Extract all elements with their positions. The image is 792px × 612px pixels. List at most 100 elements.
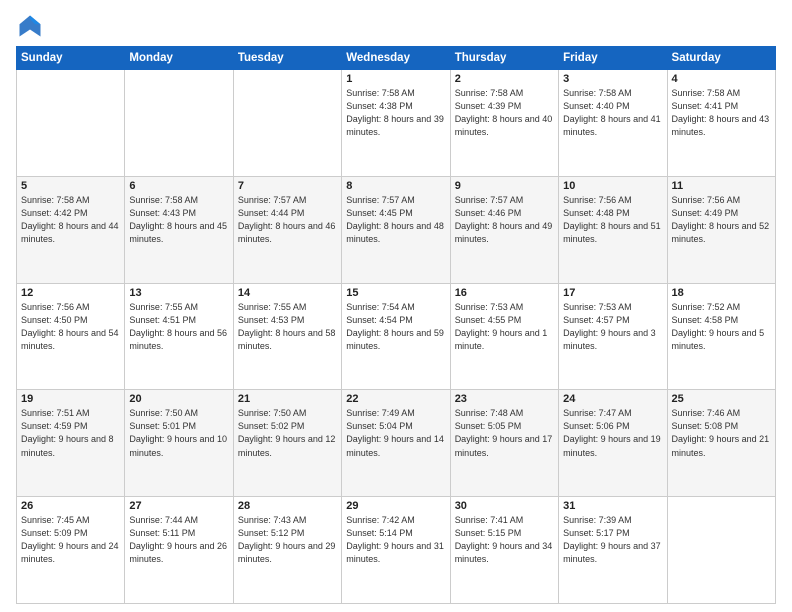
- calendar-cell: 13 Sunrise: 7:55 AM Sunset: 4:51 PM Dayli…: [125, 283, 233, 390]
- day-number: 6: [129, 180, 228, 192]
- calendar-cell: 21 Sunrise: 7:50 AM Sunset: 5:02 PM Dayli…: [233, 390, 341, 497]
- weekday-header-sunday: Sunday: [17, 47, 125, 70]
- day-info: Sunrise: 7:45 AM Sunset: 5:09 PM Dayligh…: [21, 514, 120, 566]
- calendar-cell: 20 Sunrise: 7:50 AM Sunset: 5:01 PM Dayli…: [125, 390, 233, 497]
- day-number: 19: [21, 393, 120, 405]
- calendar-cell: 16Sunrise: 7:53 AM Sunset: 4:55 PM Dayli…: [450, 283, 558, 390]
- day-info: Sunrise: 7:52 AM Sunset: 4:58 PM Dayligh…: [672, 301, 771, 353]
- day-number: 20: [129, 393, 228, 405]
- calendar-cell: 14 Sunrise: 7:55 AM Sunset: 4:53 PM Dayli…: [233, 283, 341, 390]
- week-row-4: 19 Sunrise: 7:51 AM Sunset: 4:59 PM Dayli…: [17, 390, 776, 497]
- day-number: 21: [238, 393, 337, 405]
- calendar-cell: 9 Sunrise: 7:57 AM Sunset: 4:46 PM Daylig…: [450, 176, 558, 283]
- calendar-cell: 1Sunrise: 7:58 AM Sunset: 4:38 PM Daylig…: [342, 70, 450, 177]
- day-number: 12: [21, 287, 120, 299]
- day-info: Sunrise: 7:58 AM Sunset: 4:42 PM Dayligh…: [21, 194, 120, 246]
- day-number: 9: [455, 180, 554, 192]
- day-info: Sunrise: 7:55 AM Sunset: 4:51 PM Dayligh…: [129, 301, 228, 353]
- day-number: 4: [672, 73, 771, 85]
- calendar-cell: [17, 70, 125, 177]
- day-number: 27: [129, 500, 228, 512]
- calendar-cell: [233, 70, 341, 177]
- calendar-cell: 29Sunrise: 7:42 AM Sunset: 5:14 PM Dayli…: [342, 497, 450, 604]
- day-info: Sunrise: 7:56 AM Sunset: 4:49 PM Dayligh…: [672, 194, 771, 246]
- calendar-cell: 17 Sunrise: 7:53 AM Sunset: 4:57 PM Dayli…: [559, 283, 667, 390]
- day-info: Sunrise: 7:50 AM Sunset: 5:02 PM Dayligh…: [238, 407, 337, 459]
- day-number: 16: [455, 287, 554, 299]
- calendar-cell: 3 Sunrise: 7:58 AM Sunset: 4:40 PM Daylig…: [559, 70, 667, 177]
- calendar-cell: 28Sunrise: 7:43 AM Sunset: 5:12 PM Dayli…: [233, 497, 341, 604]
- day-info: Sunrise: 7:58 AM Sunset: 4:39 PM Dayligh…: [455, 87, 554, 139]
- day-number: 28: [238, 500, 337, 512]
- day-info: Sunrise: 7:57 AM Sunset: 4:44 PM Dayligh…: [238, 194, 337, 246]
- calendar-cell: 8 Sunrise: 7:57 AM Sunset: 4:45 PM Daylig…: [342, 176, 450, 283]
- day-number: 30: [455, 500, 554, 512]
- day-number: 14: [238, 287, 337, 299]
- day-info: Sunrise: 7:55 AM Sunset: 4:53 PM Dayligh…: [238, 301, 337, 353]
- day-number: 5: [21, 180, 120, 192]
- page: SundayMondayTuesdayWednesdayThursdayFrid…: [0, 0, 792, 612]
- day-info: Sunrise: 7:54 AM Sunset: 4:54 PM Dayligh…: [346, 301, 445, 353]
- day-number: 18: [672, 287, 771, 299]
- calendar-cell: 26 Sunrise: 7:45 AM Sunset: 5:09 PM Dayli…: [17, 497, 125, 604]
- calendar-cell: 24 Sunrise: 7:47 AM Sunset: 5:06 PM Dayli…: [559, 390, 667, 497]
- day-info: Sunrise: 7:48 AM Sunset: 5:05 PM Dayligh…: [455, 407, 554, 459]
- calendar-cell: 6 Sunrise: 7:58 AM Sunset: 4:43 PM Daylig…: [125, 176, 233, 283]
- day-info: Sunrise: 7:56 AM Sunset: 4:48 PM Dayligh…: [563, 194, 662, 246]
- day-info: Sunrise: 7:57 AM Sunset: 4:46 PM Dayligh…: [455, 194, 554, 246]
- weekday-header-monday: Monday: [125, 47, 233, 70]
- weekday-header-friday: Friday: [559, 47, 667, 70]
- calendar-cell: 22 Sunrise: 7:49 AM Sunset: 5:04 PM Dayli…: [342, 390, 450, 497]
- calendar-cell: 2 Sunrise: 7:58 AM Sunset: 4:39 PM Daylig…: [450, 70, 558, 177]
- day-info: Sunrise: 7:41 AM Sunset: 5:15 PM Dayligh…: [455, 514, 554, 566]
- calendar-cell: 30 Sunrise: 7:41 AM Sunset: 5:15 PM Dayli…: [450, 497, 558, 604]
- calendar-cell: 15 Sunrise: 7:54 AM Sunset: 4:54 PM Dayli…: [342, 283, 450, 390]
- day-info: Sunrise: 7:56 AM Sunset: 4:50 PM Dayligh…: [21, 301, 120, 353]
- week-row-1: 1Sunrise: 7:58 AM Sunset: 4:38 PM Daylig…: [17, 70, 776, 177]
- calendar-cell: 5 Sunrise: 7:58 AM Sunset: 4:42 PM Daylig…: [17, 176, 125, 283]
- day-info: Sunrise: 7:51 AM Sunset: 4:59 PM Dayligh…: [21, 407, 120, 459]
- calendar-cell: 31 Sunrise: 7:39 AM Sunset: 5:17 PM Dayli…: [559, 497, 667, 604]
- day-info: Sunrise: 7:47 AM Sunset: 5:06 PM Dayligh…: [563, 407, 662, 459]
- calendar-cell: 10 Sunrise: 7:56 AM Sunset: 4:48 PM Dayli…: [559, 176, 667, 283]
- logo-icon: [16, 12, 44, 40]
- day-info: Sunrise: 7:58 AM Sunset: 4:41 PM Dayligh…: [672, 87, 771, 139]
- calendar-cell: [667, 497, 775, 604]
- day-number: 13: [129, 287, 228, 299]
- logo: [16, 12, 48, 40]
- day-info: Sunrise: 7:50 AM Sunset: 5:01 PM Dayligh…: [129, 407, 228, 459]
- day-info: Sunrise: 7:57 AM Sunset: 4:45 PM Dayligh…: [346, 194, 445, 246]
- calendar-table: SundayMondayTuesdayWednesdayThursdayFrid…: [16, 46, 776, 604]
- week-row-3: 12 Sunrise: 7:56 AM Sunset: 4:50 PM Dayli…: [17, 283, 776, 390]
- day-info: Sunrise: 7:49 AM Sunset: 5:04 PM Dayligh…: [346, 407, 445, 459]
- day-number: 2: [455, 73, 554, 85]
- day-number: 8: [346, 180, 445, 192]
- day-number: 15: [346, 287, 445, 299]
- day-number: 31: [563, 500, 662, 512]
- calendar-cell: 27 Sunrise: 7:44 AM Sunset: 5:11 PM Dayli…: [125, 497, 233, 604]
- weekday-header-row: SundayMondayTuesdayWednesdayThursdayFrid…: [17, 47, 776, 70]
- day-info: Sunrise: 7:42 AM Sunset: 5:14 PM Dayligh…: [346, 514, 445, 566]
- day-info: Sunrise: 7:58 AM Sunset: 4:40 PM Dayligh…: [563, 87, 662, 139]
- day-number: 11: [672, 180, 771, 192]
- week-row-5: 26 Sunrise: 7:45 AM Sunset: 5:09 PM Dayli…: [17, 497, 776, 604]
- day-info: Sunrise: 7:58 AM Sunset: 4:38 PM Dayligh…: [346, 87, 445, 139]
- weekday-header-tuesday: Tuesday: [233, 47, 341, 70]
- day-number: 10: [563, 180, 662, 192]
- calendar-cell: 23Sunrise: 7:48 AM Sunset: 5:05 PM Dayli…: [450, 390, 558, 497]
- day-info: Sunrise: 7:46 AM Sunset: 5:08 PM Dayligh…: [672, 407, 771, 459]
- day-number: 7: [238, 180, 337, 192]
- day-info: Sunrise: 7:44 AM Sunset: 5:11 PM Dayligh…: [129, 514, 228, 566]
- calendar-cell: 12 Sunrise: 7:56 AM Sunset: 4:50 PM Dayli…: [17, 283, 125, 390]
- day-number: 24: [563, 393, 662, 405]
- day-number: 26: [21, 500, 120, 512]
- weekday-header-wednesday: Wednesday: [342, 47, 450, 70]
- day-number: 17: [563, 287, 662, 299]
- day-info: Sunrise: 7:58 AM Sunset: 4:43 PM Dayligh…: [129, 194, 228, 246]
- day-info: Sunrise: 7:53 AM Sunset: 4:57 PM Dayligh…: [563, 301, 662, 353]
- day-info: Sunrise: 7:39 AM Sunset: 5:17 PM Dayligh…: [563, 514, 662, 566]
- day-number: 22: [346, 393, 445, 405]
- calendar-cell: 25Sunrise: 7:46 AM Sunset: 5:08 PM Dayli…: [667, 390, 775, 497]
- day-number: 3: [563, 73, 662, 85]
- calendar-cell: 7 Sunrise: 7:57 AM Sunset: 4:44 PM Daylig…: [233, 176, 341, 283]
